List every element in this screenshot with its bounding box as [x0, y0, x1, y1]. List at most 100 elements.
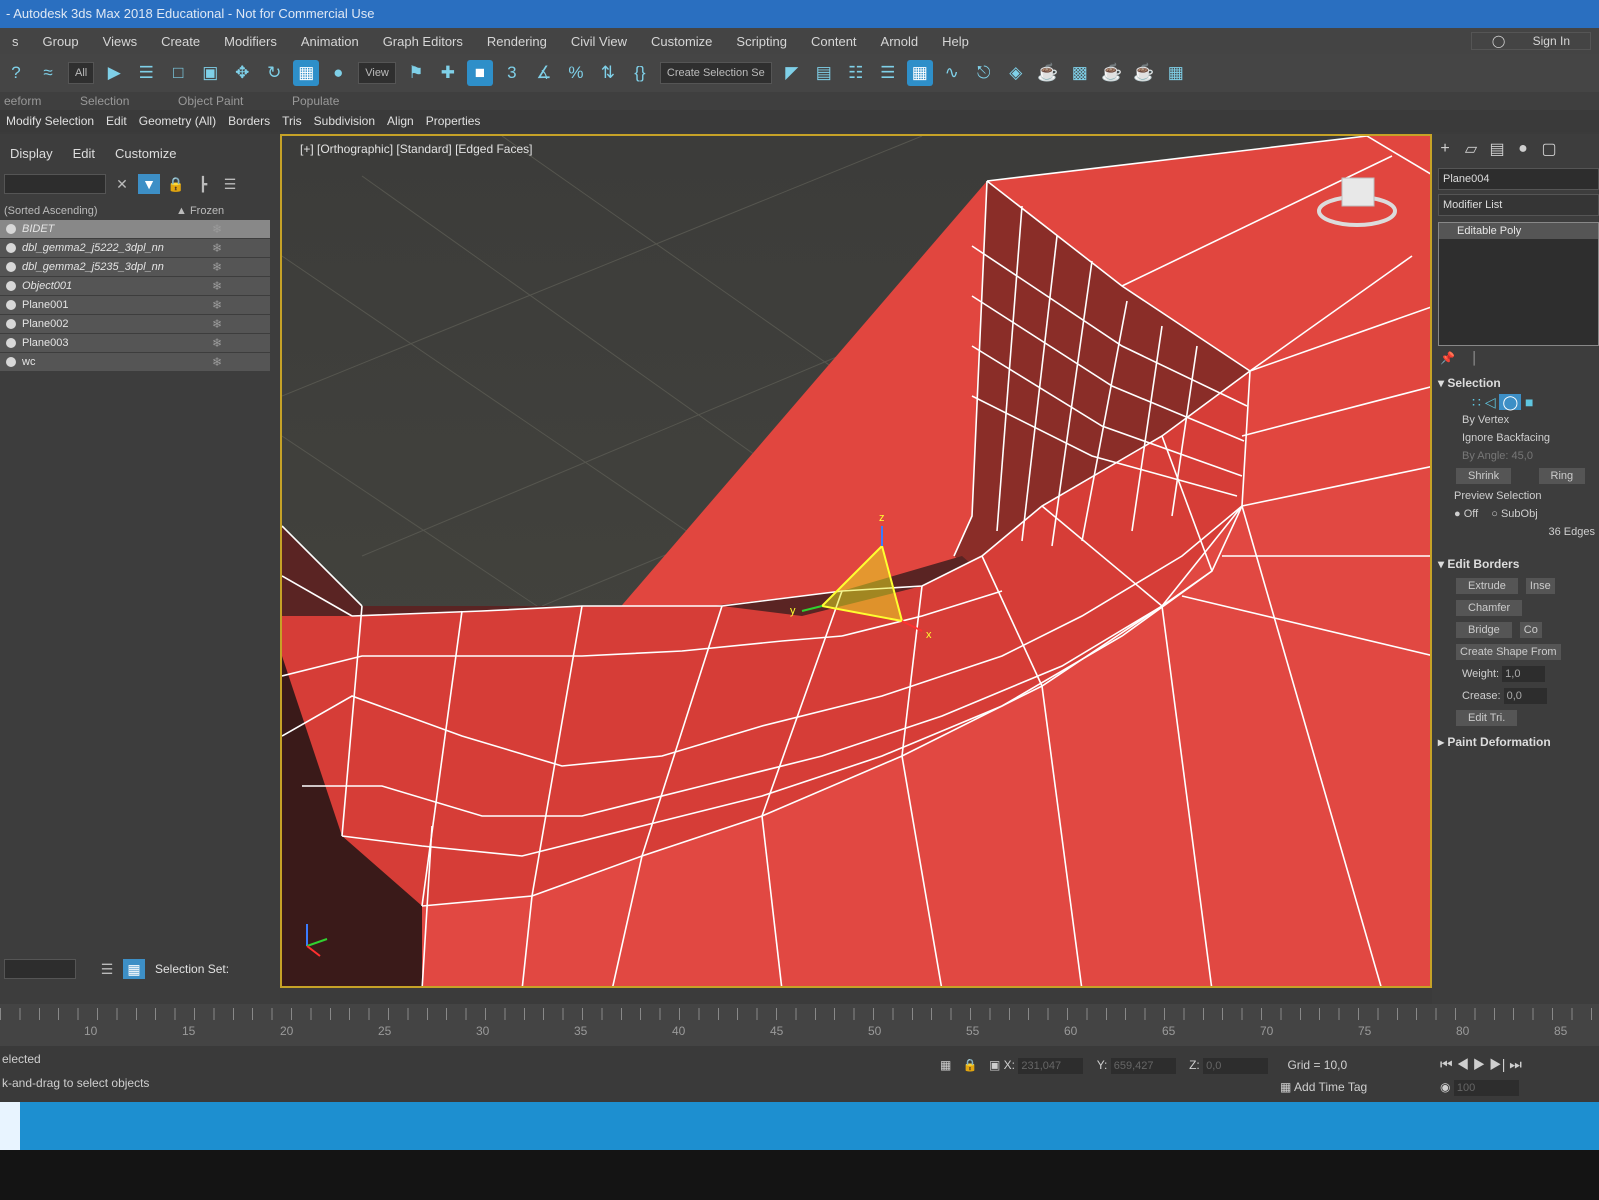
select-by-name-icon[interactable]: ☰ — [133, 60, 159, 86]
lock-icon[interactable]: 🔒 — [165, 174, 187, 194]
visibility-icon[interactable] — [6, 262, 16, 272]
vertex-icon[interactable]: ∷ — [1472, 394, 1481, 410]
freeze-icon[interactable]: ❄ — [212, 260, 222, 274]
keyboard-shortcut-icon[interactable]: ■ — [466, 60, 493, 86]
layers-icon[interactable]: ☰ — [96, 959, 118, 979]
scene-search-input[interactable] — [4, 174, 106, 194]
viewport-label[interactable]: [+] [Orthographic] [Standard] [Edged Fac… — [300, 142, 532, 156]
show-end-result-icon[interactable]: │ — [1471, 351, 1479, 365]
mirror-icon[interactable]: ◤ — [779, 60, 805, 86]
viewport-orthographic[interactable]: z x y [+] [Orthographic] [Standard] [Edg… — [280, 134, 1432, 988]
list-item[interactable]: wc ❄ — [0, 353, 270, 371]
list-item[interactable]: dbl_gemma2_j5235_3dpl_nn ❄ — [0, 258, 270, 276]
menu-content[interactable]: Content — [799, 34, 869, 49]
selection-filter-dropdown[interactable]: All — [68, 62, 95, 84]
menu-group[interactable]: Group — [31, 34, 91, 49]
visibility-icon[interactable] — [6, 338, 16, 348]
object-name-field[interactable]: Plane004 — [1438, 168, 1599, 190]
hierarchy-icon[interactable]: ┣ — [192, 174, 214, 194]
modify-tab-icon[interactable]: ▱ — [1458, 139, 1484, 159]
visibility-icon[interactable] — [6, 300, 16, 310]
selection-set-dropdown[interactable] — [4, 959, 76, 979]
stack-item-editable-poly[interactable]: Editable Poly — [1439, 223, 1598, 239]
rotate-icon[interactable]: ↻ — [261, 60, 287, 86]
align-icon[interactable]: ▤ — [811, 60, 837, 86]
menu-customize[interactable]: Customize — [639, 34, 724, 49]
ribbon-geometry-all[interactable]: Geometry (All) — [133, 114, 222, 128]
menu-create[interactable]: Create — [149, 34, 212, 49]
select-manipulate-icon[interactable]: ✚ — [435, 60, 461, 86]
menu-arnold[interactable]: Arnold — [869, 34, 931, 49]
subobj-radio[interactable]: ○ SubObj — [1491, 508, 1537, 520]
layer-explorer-icon[interactable]: ☰ — [875, 60, 901, 86]
ribbon-align[interactable]: Align — [381, 114, 420, 128]
reference-coordinate-dropdown[interactable]: View — [358, 62, 396, 84]
scale-icon[interactable]: ▦ — [293, 60, 320, 86]
menu-civil-view[interactable]: Civil View — [559, 34, 639, 49]
ribbon-properties[interactable]: Properties — [420, 114, 487, 128]
render-cloud-icon[interactable]: ▦ — [1163, 60, 1189, 86]
play-icon[interactable]: ▶ — [1473, 1056, 1486, 1072]
freeze-icon[interactable]: ❄ — [212, 355, 222, 369]
freeze-icon[interactable]: ❄ — [212, 336, 222, 350]
menu-scripting[interactable]: Scripting — [724, 34, 799, 49]
list-item[interactable]: Plane001 ❄ — [0, 296, 270, 314]
frame-field[interactable]: 100 — [1453, 1080, 1519, 1096]
modifier-list-dropdown[interactable]: Modifier List — [1438, 194, 1599, 216]
bridge-button[interactable]: Bridge — [1456, 622, 1512, 638]
list-item[interactable]: dbl_gemma2_j5222_3dpl_nn ❄ — [0, 239, 270, 257]
pivot-center-icon[interactable]: ⚑ — [403, 60, 429, 86]
material-editor-icon[interactable]: ◈ — [1003, 60, 1029, 86]
shrink-button[interactable]: Shrink — [1456, 468, 1512, 484]
hierarchy-tab-icon[interactable]: ▤ — [1484, 139, 1510, 159]
edit-tri-button[interactable]: Edit Tri. — [1456, 710, 1518, 726]
ribbon-group-freeform[interactable]: eeform — [4, 94, 41, 108]
previous-frame-icon[interactable]: ◀ — [1457, 1056, 1470, 1072]
frozen-column-header[interactable]: ▲ Frozen — [176, 205, 224, 217]
tab-edit[interactable]: Edit — [63, 142, 105, 165]
selection-set-icon[interactable]: ▦ — [123, 959, 145, 979]
sort-column-header[interactable]: (Sorted Ascending) — [0, 205, 176, 217]
rect-selection-icon[interactable]: □ — [165, 60, 191, 86]
visibility-icon[interactable] — [6, 319, 16, 329]
place-icon[interactable]: ● — [325, 60, 351, 86]
x-coordinate-field[interactable]: 231,047 — [1018, 1058, 1084, 1074]
time-ruler[interactable]: 10 15 20 25 30 35 40 45 50 55 60 65 70 7… — [0, 1004, 1599, 1046]
freeze-icon[interactable]: ❄ — [212, 222, 222, 236]
bind-spacewarp-icon[interactable]: ≈ — [35, 60, 61, 86]
isolate-icon[interactable]: ▦ — [940, 1058, 951, 1072]
chamfer-button[interactable]: Chamfer — [1456, 600, 1523, 616]
off-radio[interactable]: ● Off — [1454, 508, 1478, 520]
rendered-frame-icon[interactable]: ▩ — [1067, 60, 1093, 86]
insert-vertex-button[interactable]: Inse — [1525, 578, 1555, 594]
ribbon-toggle-icon[interactable]: ▦ — [906, 60, 933, 86]
named-selection-dropdown[interactable]: Create Selection Se — [659, 62, 772, 84]
rollout-paint-deformation-title[interactable]: ▸ Paint Deformation — [1432, 729, 1599, 753]
visibility-icon[interactable] — [6, 243, 16, 253]
start-button[interactable] — [0, 1102, 20, 1150]
rollout-selection-title[interactable]: ▾ Selection — [1432, 370, 1599, 394]
display-tab-icon[interactable]: ▢ — [1536, 139, 1562, 159]
select-object-icon[interactable]: ▶ — [101, 60, 127, 86]
percent-snap-icon[interactable]: % — [563, 60, 589, 86]
list-item[interactable]: Object001 ❄ — [0, 277, 270, 295]
edge-icon[interactable]: ◁ — [1485, 394, 1496, 410]
create-shape-button[interactable]: Create Shape From — [1456, 644, 1561, 660]
ribbon-edit[interactable]: Edit — [100, 114, 133, 128]
tab-display[interactable]: Display — [0, 142, 63, 165]
visibility-icon[interactable] — [6, 224, 16, 234]
move-icon[interactable]: ✥ — [229, 60, 255, 86]
edit-named-selection-icon[interactable]: {} — [627, 60, 653, 86]
sign-in-button[interactable]: ◯ Sign In — [1470, 32, 1591, 50]
z-coordinate-field[interactable]: 0,0 — [1203, 1058, 1269, 1074]
polygon-icon[interactable]: ■ — [1525, 394, 1533, 410]
clear-search-icon[interactable]: ✕ — [111, 174, 133, 194]
time-config-icon[interactable]: ◉ — [1440, 1080, 1450, 1094]
ring-button[interactable]: Ring — [1538, 468, 1586, 484]
list-item[interactable]: Plane002 ❄ — [0, 315, 270, 333]
menu-views[interactable]: Views — [91, 34, 149, 49]
freeze-icon[interactable]: ❄ — [212, 298, 222, 312]
freeze-icon[interactable]: ❄ — [212, 279, 222, 293]
selection-lock-icon[interactable]: 🔒 — [963, 1058, 978, 1072]
ribbon-modify-selection[interactable]: Modify Selection — [0, 114, 100, 128]
